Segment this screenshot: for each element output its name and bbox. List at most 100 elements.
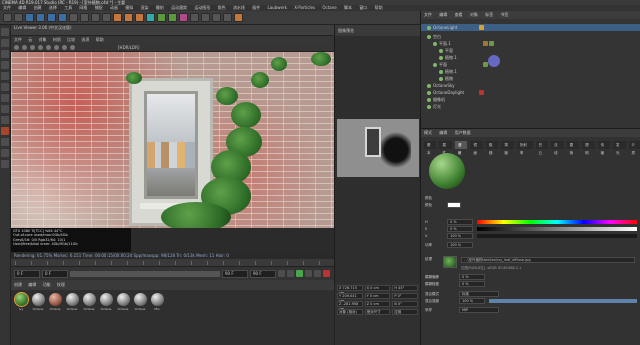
octane-light-tag-icon[interactable] [479,25,484,30]
tab-emission[interactable]: 发光 [613,141,626,155]
menu-laubwerk[interactable]: Laubwerk [268,5,287,10]
object-row[interactable]: 平面.1 [421,40,640,47]
move-icon[interactable] [36,13,45,22]
object-row[interactable]: 摄像机 [421,96,640,103]
restart-render-icon[interactable] [22,44,27,50]
max-frame-field[interactable]: 90 F [250,269,276,278]
planar-workplane-icon[interactable] [1,149,9,157]
y-axis-icon[interactable] [80,13,89,22]
position-y-field[interactable]: Y 209.041 cm [337,293,363,303]
daylight-tag-icon[interactable] [479,90,484,95]
clay-mode-icon[interactable] [70,44,75,50]
lv-menu-objects[interactable]: 对象 [39,37,47,42]
tab-properties[interactable]: 属性 [439,141,452,155]
material-item[interactable]: Octane [82,293,96,342]
object-row[interactable]: 植物 [421,75,640,82]
material-item[interactable]: Octane [116,293,130,342]
attr-menu-edit[interactable]: 编辑 [439,130,447,135]
rotate-icon[interactable] [58,13,67,22]
material-item[interactable]: Ivy [13,292,29,342]
size-x-field[interactable]: X 0 cm [364,285,391,291]
tab-opacity[interactable]: 透明 [582,141,595,155]
menu-xparticles[interactable]: X-Particles [294,5,315,10]
scale-icon[interactable] [47,13,56,22]
enable-axis-icon[interactable] [1,105,9,113]
menu-octane[interactable]: Octane [322,5,336,10]
mix-strength-field[interactable]: 100 % [459,298,485,304]
menu-sculpt[interactable]: 雕刻 [156,5,164,10]
menu-help[interactable]: 帮助 [375,5,383,10]
hue-field[interactable]: 0 % [447,219,473,225]
cloner-icon[interactable] [179,13,188,22]
record-icon[interactable] [323,270,330,277]
sculpt-icon[interactable] [1,160,9,168]
object-row[interactable]: 植物.1 [421,68,640,75]
sampling-select[interactable]: MIP [459,307,499,313]
tab-bump[interactable]: 凹凸 [535,141,549,155]
make-editable-icon[interactable] [1,28,9,36]
blur-scale-field[interactable]: 0 % [459,281,485,287]
rotation-b-field[interactable]: B 0° [392,301,419,307]
subdivision-icon[interactable] [168,13,177,22]
floor-icon[interactable] [201,13,210,22]
next-key-icon[interactable] [305,270,312,277]
menu-mesh[interactable]: 网格 [79,5,87,10]
menu-motion-tracking[interactable]: 运动跟踪 [171,5,187,10]
tab-specular[interactable]: 镜面 [470,141,483,155]
lv-menu-help[interactable]: 帮助 [96,37,104,42]
lv-menu-options[interactable]: 选项 [81,37,89,42]
z-axis-icon[interactable] [91,13,100,22]
menu-pipeline[interactable]: 流水线 [233,5,245,10]
attr-menu-mode[interactable]: 模式 [424,130,432,135]
lv-menu-cloud[interactable]: 云 [28,37,32,42]
pen-icon[interactable] [157,13,166,22]
mix-mode-select[interactable]: 标准 [459,291,499,297]
region-render-icon[interactable] [54,44,59,50]
end-frame-field[interactable]: 90 F [222,269,248,278]
octane-icon[interactable] [234,13,243,22]
object-row[interactable]: 空白 [421,33,640,40]
timeline-ruler[interactable] [11,259,334,267]
apply-button[interactable]: 应用 [392,309,419,315]
menu-simulate[interactable]: 模拟 [125,5,133,10]
lv-menu-file[interactable]: 文件 [14,37,22,42]
render-view-icon[interactable] [113,13,122,22]
tab-normal[interactable]: 法线 [551,141,564,155]
hue-slider[interactable] [477,220,637,224]
color-swatch[interactable] [447,202,461,208]
pause-render-icon[interactable] [30,44,35,50]
current-frame-field[interactable]: 0 F [42,269,68,278]
hdr-ldr-label[interactable]: [HDR/LDR] [118,45,139,50]
material-item[interactable]: Octane [133,293,147,342]
object-row[interactable]: OctaneDaylight [421,89,640,96]
material-item[interactable]: Octane [99,293,113,342]
value-field[interactable]: 100 % [447,233,473,239]
render-viewport[interactable] [11,52,334,228]
render-settings-icon[interactable] [135,13,144,22]
time-range-slider[interactable] [70,270,220,277]
start-frame-field[interactable]: 0 F [14,269,40,278]
live-selection-icon[interactable] [25,13,34,22]
material-tag-icon[interactable] [489,41,494,46]
power-field[interactable]: 100 % [447,242,473,248]
menu-script[interactable]: 脚本 [344,5,352,10]
mat-menu-function[interactable]: 功能 [43,282,51,287]
object-row[interactable]: OctaneLight [421,24,640,31]
saturation-slider[interactable] [477,227,637,231]
tab-roughness[interactable]: 粗糙 [485,141,499,155]
object-row[interactable]: 平面 [421,47,640,54]
size-z-field[interactable]: Z 0 cm [364,301,391,307]
lv-menu-compare[interactable]: 比较 [67,37,75,42]
edges-mode-icon[interactable] [1,83,9,91]
material-item[interactable]: Octane [31,293,45,342]
coord-mode-select[interactable]: 对象 (相对) [337,309,363,315]
menu-tools[interactable]: 工具 [64,5,72,10]
lv-menu-materials[interactable]: 材质 [53,37,61,42]
object-row[interactable]: 植物.1 [421,54,640,61]
stop-render-icon[interactable] [38,44,43,50]
material-tag-icon[interactable] [483,41,488,46]
menu-file[interactable]: 文件 [3,5,11,10]
workplane-icon[interactable] [1,61,9,69]
previous-key-icon[interactable] [287,270,294,277]
polygons-mode-icon[interactable] [1,94,9,102]
